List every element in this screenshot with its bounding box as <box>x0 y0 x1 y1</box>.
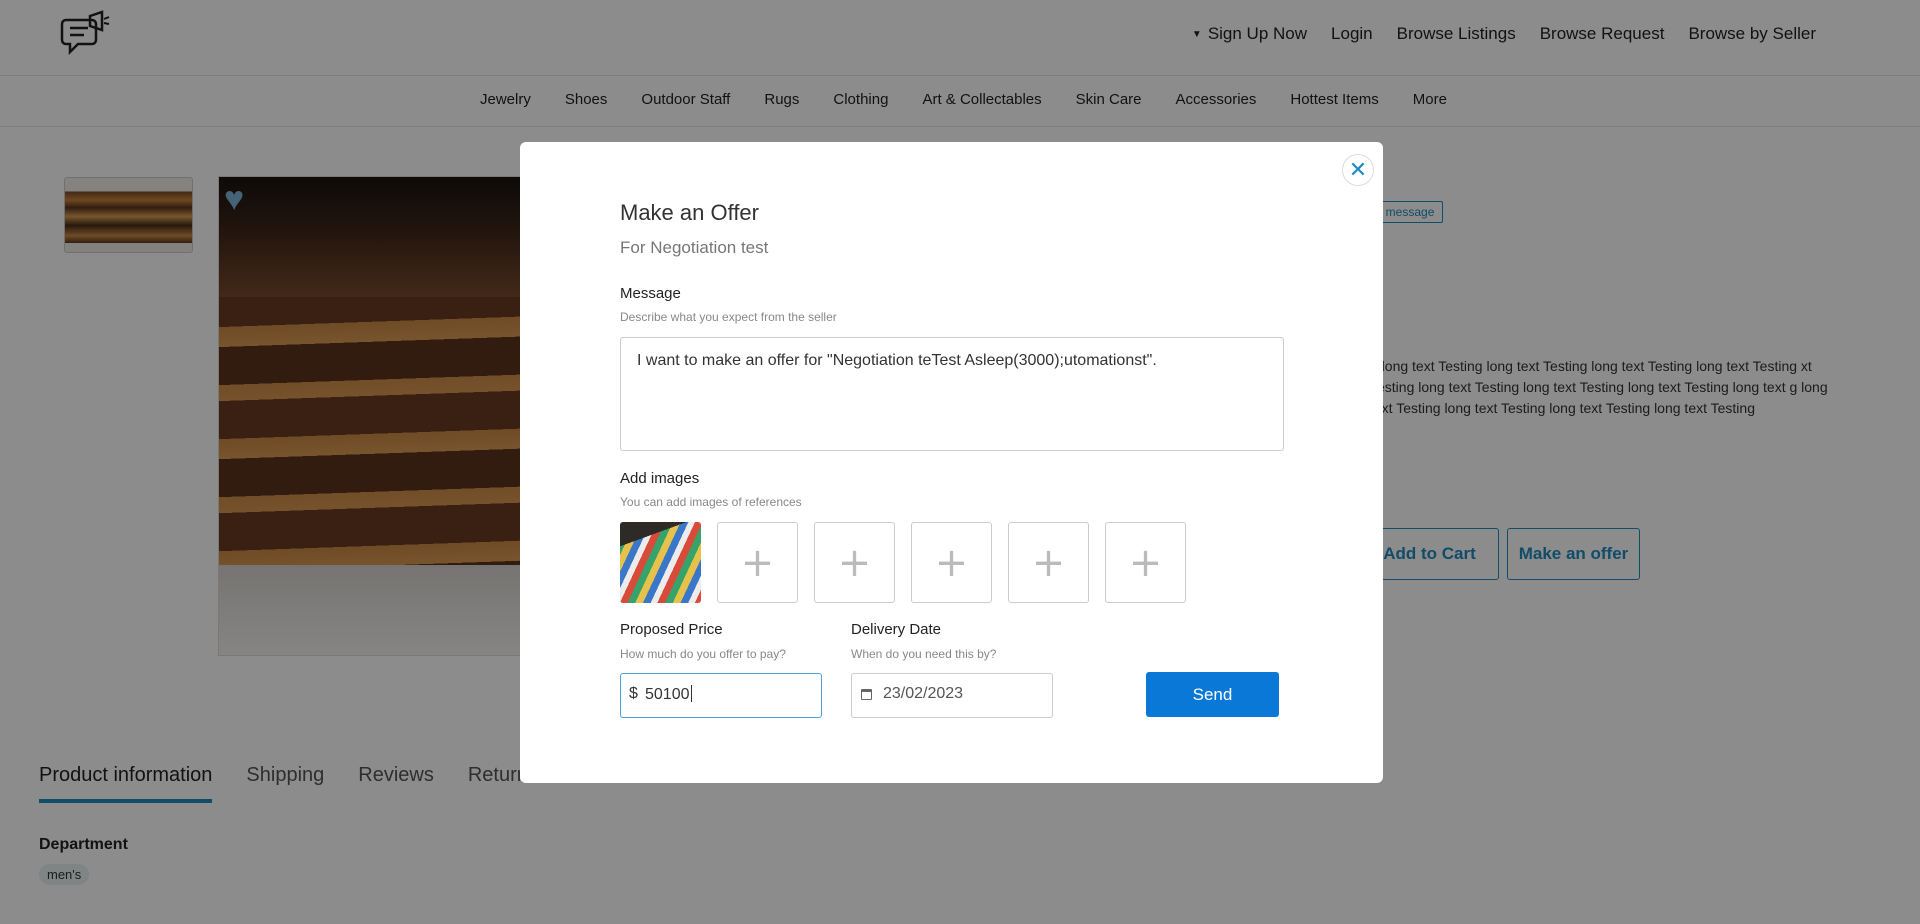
send-button[interactable]: Send <box>1146 672 1279 717</box>
message-label: Message <box>620 285 681 302</box>
add-image-slot-5[interactable]: + <box>1105 522 1186 603</box>
plus-icon: + <box>740 539 775 586</box>
price-label: Proposed Price <box>620 621 723 638</box>
add-image-slot-2[interactable]: + <box>814 522 895 603</box>
make-offer-modal: ✕ Make an Offer For Negotiation test Mes… <box>520 142 1383 783</box>
images-label: Add images <box>620 470 700 487</box>
delivery-date-input[interactable]: 23/02/2023 <box>851 673 1053 718</box>
add-image-slot-3[interactable]: + <box>911 522 992 603</box>
message-text: I want to make an offer for "Negotiation… <box>637 352 1157 369</box>
plus-icon: + <box>1031 539 1066 586</box>
modal-subtitle: For Negotiation test <box>620 238 769 257</box>
plus-icon: + <box>934 539 969 586</box>
modal-title: Make an Offer <box>620 200 759 225</box>
text-cursor <box>690 685 692 702</box>
calendar-icon <box>861 689 872 700</box>
plus-icon: + <box>837 539 872 586</box>
currency-symbol: $ <box>629 685 638 702</box>
date-value: 23/02/2023 <box>883 685 964 702</box>
images-hint: You can add images of references <box>620 495 802 509</box>
plus-icon: + <box>1128 539 1163 586</box>
close-icon[interactable]: ✕ <box>1342 154 1374 186</box>
date-label: Delivery Date <box>851 621 942 638</box>
add-image-slot-1[interactable]: + <box>717 522 798 603</box>
price-hint: How much do you offer to pay? <box>620 647 786 661</box>
proposed-price-input[interactable]: $ 50100 <box>620 673 822 718</box>
message-textarea[interactable]: I want to make an offer for "Negotiation… <box>620 337 1284 451</box>
price-value: 50100 <box>645 686 690 703</box>
add-image-slot-4[interactable]: + <box>1008 522 1089 603</box>
date-hint: When do you need this by? <box>851 647 997 661</box>
uploaded-image-thumbnail[interactable] <box>620 522 701 603</box>
message-hint: Describe what you expect from the seller <box>620 310 837 324</box>
